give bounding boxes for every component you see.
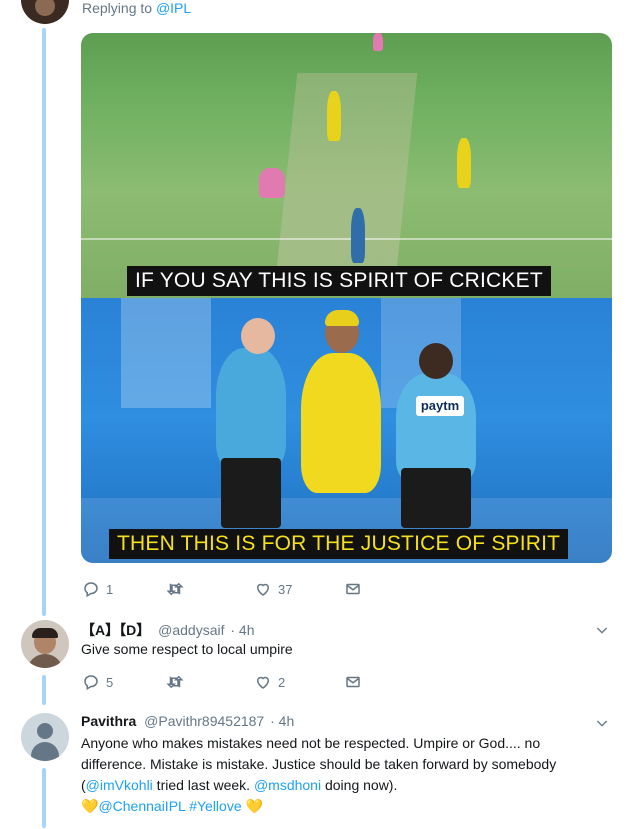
tweet-media-image[interactable]: IF YOU SAY THIS IS SPIRIT OF CRICKET pay… xyxy=(81,33,612,563)
avatar[interactable] xyxy=(21,0,69,24)
retweet-button[interactable] xyxy=(166,580,224,598)
replying-to-label: Replying to xyxy=(82,0,153,16)
avatar[interactable] xyxy=(21,620,69,668)
umpire-figure xyxy=(221,458,281,528)
like-count: 2 xyxy=(278,674,286,690)
umpire-figure xyxy=(216,348,286,468)
tweet-text-line: Anyone who makes mistakes need not be re… xyxy=(81,735,541,751)
heart-icon xyxy=(256,583,270,596)
mail-icon xyxy=(346,583,360,595)
mail-icon xyxy=(346,676,360,688)
retweet-icon xyxy=(166,675,184,689)
umpire-head xyxy=(241,318,275,354)
reply-button[interactable]: 1 xyxy=(82,580,166,598)
player-figure xyxy=(259,168,285,198)
reply-header: Pavithra @Pavithr89452187 · 4h xyxy=(81,713,294,729)
tweet-text-line: 💛@ChennaiIPL #Yellove 💛 xyxy=(81,796,601,817)
tweet-text-line: (@imVkohli tried last week. @msdhoni doi… xyxy=(81,775,601,796)
mention-link[interactable]: @imVkohli xyxy=(86,777,153,793)
reply-count: 1 xyxy=(106,581,114,597)
reply-count: 5 xyxy=(106,674,114,690)
umpire-figure xyxy=(396,373,476,483)
hashtag-link[interactable]: #Yellove xyxy=(189,798,241,814)
retweet-button[interactable] xyxy=(166,673,224,691)
caption-top: IF YOU SAY THIS IS SPIRIT OF CRICKET xyxy=(127,266,551,296)
yellow-heart-emoji: 💛 xyxy=(245,798,263,814)
user-name[interactable]: Pavithra xyxy=(81,713,136,729)
thread-line-1 xyxy=(42,28,46,616)
tweet-text: Anyone who makes mistakes need not be re… xyxy=(81,733,601,817)
share-button[interactable] xyxy=(344,673,362,691)
reply-icon xyxy=(84,675,98,691)
mention-link[interactable]: @ChennaiIPL xyxy=(98,798,185,814)
like-button[interactable]: 2 xyxy=(254,673,344,691)
text-fragment: doing now). xyxy=(321,777,398,793)
thread-line-2 xyxy=(42,675,46,705)
mention-link[interactable]: @msdhoni xyxy=(254,777,321,793)
umpire-figure xyxy=(401,468,471,528)
chevron-down-icon[interactable] xyxy=(594,715,610,731)
user-name[interactable]: 【A】【D】 xyxy=(81,622,150,638)
tweet-actions: 1 37 xyxy=(82,580,362,598)
replying-to: Replying to @IPL xyxy=(82,0,191,16)
player-figure xyxy=(457,138,471,188)
tweet-text: Give some respect to local umpire xyxy=(81,641,293,657)
umpires-scene: paytm xyxy=(81,298,612,563)
thread-line-3 xyxy=(42,768,46,828)
like-button[interactable]: 37 xyxy=(254,580,344,598)
player-figure xyxy=(327,91,341,141)
user-handle[interactable]: @Pavithr89452187 xyxy=(144,713,264,729)
avatar[interactable] xyxy=(21,713,69,761)
replying-to-handle-link[interactable]: @IPL xyxy=(156,0,191,16)
cricket-field-scene xyxy=(81,33,612,298)
jersey-logo: paytm xyxy=(416,396,464,416)
tweet-text-line: difference. Mistake is mistake. Justice … xyxy=(81,756,557,772)
heart-icon xyxy=(256,676,270,689)
tweet-time[interactable]: · 4h xyxy=(270,713,294,729)
tweet-actions: 5 2 xyxy=(82,673,362,691)
like-count: 37 xyxy=(278,581,293,597)
umpire-figure xyxy=(351,208,365,263)
player-figure xyxy=(301,353,381,493)
player-figure xyxy=(373,33,383,51)
reply-icon xyxy=(84,582,98,598)
yellow-heart-emoji: 💛 xyxy=(81,798,99,814)
chevron-down-icon[interactable] xyxy=(594,622,610,638)
reply-header: 【A】【D】 @addysaif · 4h xyxy=(81,620,255,640)
share-button[interactable] xyxy=(344,580,362,598)
caption-bottom: THEN THIS IS FOR THE JUSTICE OF SPIRIT xyxy=(109,529,569,559)
reply-button[interactable]: 5 xyxy=(82,673,166,691)
retweet-icon xyxy=(166,582,184,596)
umpire-head xyxy=(419,343,453,379)
text-fragment: tried last week. xyxy=(152,777,254,793)
user-handle[interactable]: @addysaif xyxy=(158,622,224,638)
tweet-time[interactable]: · 4h xyxy=(230,622,254,638)
